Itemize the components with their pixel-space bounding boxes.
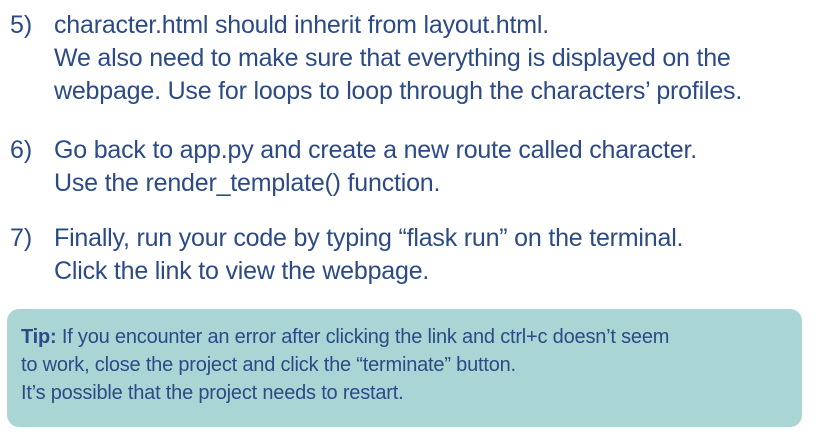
step-number: 7) (10, 224, 33, 252)
step-line: Use the render_template() function. (54, 169, 441, 197)
step-text: Go back to app.py and create a new route… (54, 134, 819, 200)
step-text: Finally, run your code by typing “flask … (54, 222, 819, 288)
step-line: webpage. Use for loops to loop through t… (54, 77, 743, 105)
step-line: Go back to app.py and create a new route… (54, 136, 697, 164)
tip-line-text: If you encounter an error after clicking… (56, 326, 670, 348)
tip-box: Tip: If you encounter an error after cli… (7, 309, 802, 427)
tip-line: to work, close the project and click the… (21, 354, 516, 376)
step-number: 5) (10, 11, 33, 39)
tip-text: Tip: If you encounter an error after cli… (21, 323, 793, 407)
tip-line: It’s possible that the project needs to … (21, 382, 404, 404)
tip-line: Tip: If you encounter an error after cli… (21, 323, 793, 351)
step-line: Click the link to view the webpage. (54, 257, 430, 285)
step-line: character.html should inherit from layou… (54, 11, 549, 39)
step-line: Finally, run your code by typing “flask … (54, 224, 684, 252)
step-text: character.html should inherit from layou… (54, 9, 819, 108)
step-line: We also need to make sure that everythin… (54, 44, 731, 72)
step-number: 6) (10, 136, 33, 164)
tip-label: Tip: (21, 326, 57, 348)
